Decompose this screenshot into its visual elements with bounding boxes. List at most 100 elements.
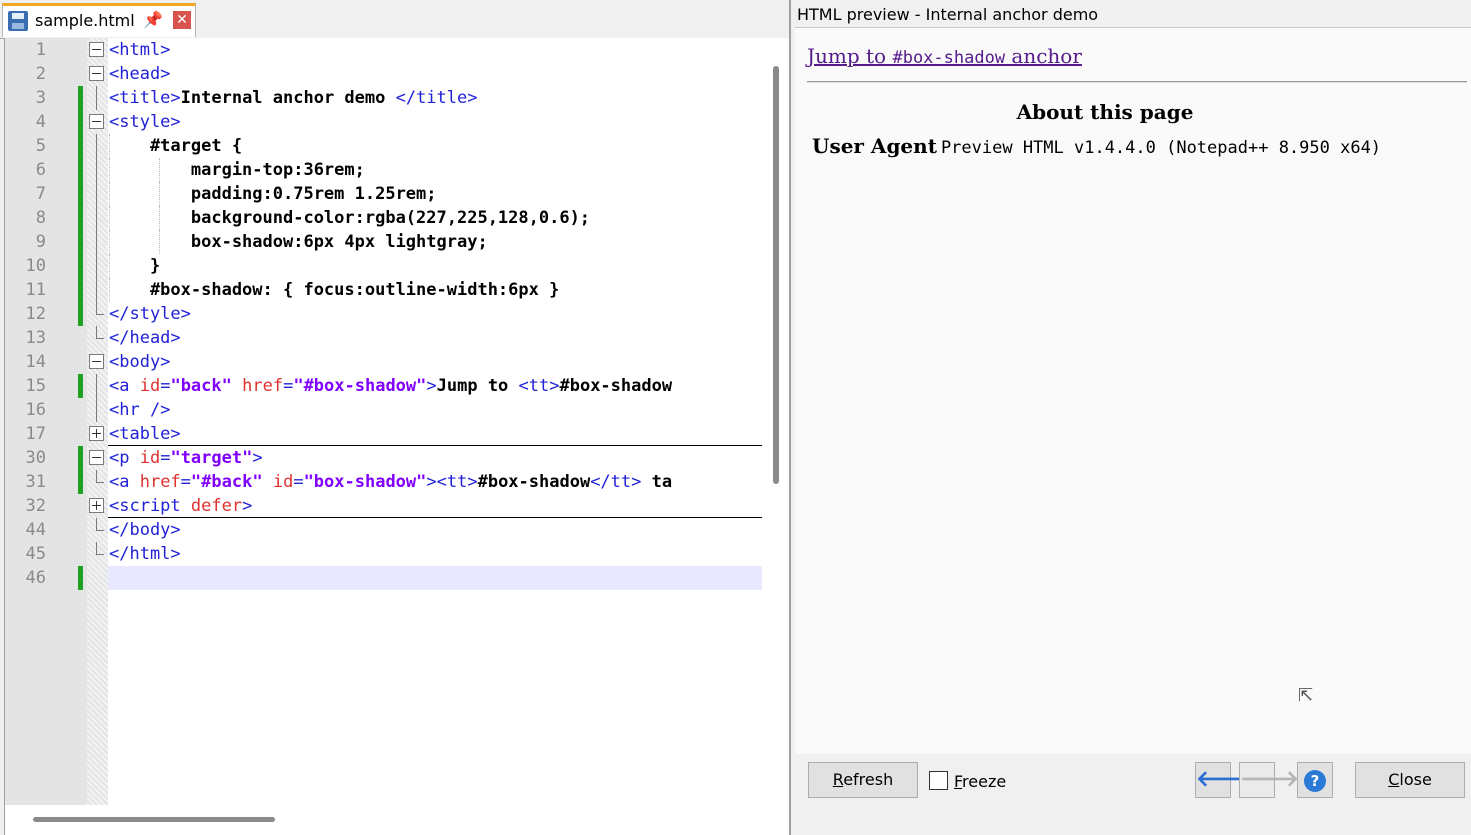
fold-end-marker	[96, 518, 104, 531]
forward-button[interactable]: 🡒	[1239, 762, 1299, 798]
code-line[interactable]: 30 <p id="target">	[5, 446, 762, 470]
code-line[interactable]: 9 box-shadow:6px 4px lightgray;	[5, 230, 762, 254]
fold-collapsed-marker	[108, 517, 762, 518]
jump-to-anchor-link[interactable]: Jump to #box-shadow anchor	[807, 44, 1082, 68]
save-icon[interactable]	[8, 11, 28, 31]
code-text: <p id="target">	[109, 448, 263, 468]
vertical-scrollbar-thumb[interactable]	[773, 66, 779, 484]
fold-guide-line	[96, 230, 97, 254]
line-number: 15	[25, 376, 46, 396]
change-marker	[78, 446, 83, 470]
close-icon[interactable]: ✕	[173, 11, 191, 29]
fold-guide-line	[96, 398, 97, 422]
fold-expand-icon[interactable]	[89, 498, 104, 513]
change-marker	[78, 206, 83, 230]
fold-guide-line	[96, 158, 97, 182]
code-line[interactable]: 7 padding:0.75rem 1.25rem;	[5, 182, 762, 206]
code-line[interactable]: 17 <table>	[5, 422, 762, 446]
line-number: 4	[35, 112, 46, 132]
code-text: box-shadow:6px 4px lightgray;	[109, 232, 488, 252]
code-line[interactable]: 46	[5, 566, 762, 590]
row-value: Preview HTML v1.4.4.0 (Notepad++ 8.950 x…	[940, 138, 1382, 158]
line-number: 7	[35, 184, 46, 204]
line-number: 8	[35, 208, 46, 228]
fold-collapse-icon[interactable]	[89, 66, 104, 81]
file-tab[interactable]: sample.html 📌 ✕	[2, 3, 196, 37]
fold-end-marker	[96, 470, 104, 483]
code-line[interactable]: 15 <a id="back" href="#box-shadow">Jump t…	[5, 374, 762, 398]
line-number: 44	[25, 520, 46, 540]
line-number: 32	[25, 496, 46, 516]
freeze-label[interactable]: Freeze	[954, 772, 1006, 791]
link-code: #box-shadow	[892, 48, 1006, 68]
code-line[interactable]: 10 }	[5, 254, 762, 278]
line-number: 45	[25, 544, 46, 564]
change-marker	[78, 158, 83, 182]
code-text: <head>	[109, 64, 171, 84]
line-number: 9	[35, 232, 46, 252]
fold-collapse-icon[interactable]	[89, 42, 104, 57]
code-editor[interactable]: 1 <html> 2 <head> 3 <title>Internal anchor de…	[4, 38, 790, 835]
line-number: 2	[35, 64, 46, 84]
code-text: <a id="back" href="#box-shadow">Jump to …	[109, 376, 673, 396]
refresh-accel: R	[832, 770, 844, 789]
code-line[interactable]: 5 #target {	[5, 134, 762, 158]
freeze-label-rest: reeze	[962, 772, 1007, 791]
refresh-label: efresh	[843, 770, 894, 789]
help-icon: ?	[1304, 770, 1326, 792]
code-line[interactable]: 44 </body>	[5, 518, 762, 542]
tab-filename: sample.html	[35, 11, 135, 30]
change-marker	[78, 374, 83, 398]
code-line[interactable]: 4 <style>	[5, 110, 762, 134]
change-marker	[78, 302, 83, 326]
line-number: 31	[25, 472, 46, 492]
code-text: background-color:rgba(227,225,128,0.6);	[109, 208, 591, 228]
code-line[interactable]: 45 </html>	[5, 542, 762, 566]
change-marker	[78, 470, 83, 494]
fold-end-marker	[96, 302, 104, 315]
line-number: 14	[25, 352, 46, 372]
pin-icon[interactable]: 📌	[143, 10, 163, 29]
code-line[interactable]: 1 <html>	[5, 38, 762, 62]
code-text: <html>	[109, 40, 171, 60]
code-line[interactable]: 32 <script defer>	[5, 494, 762, 518]
row-header: User Agent	[812, 134, 937, 158]
change-marker	[78, 86, 83, 110]
code-text: }	[109, 256, 161, 276]
close-button[interactable]: Close	[1355, 762, 1465, 798]
horizontal-scrollbar-thumb[interactable]	[33, 817, 275, 822]
freeze-checkbox[interactable]	[929, 771, 948, 790]
code-line[interactable]: 8 background-color:rgba(227,225,128,0.6)…	[5, 206, 762, 230]
fold-guide-line	[96, 86, 97, 110]
code-text: margin-top:36rem;	[109, 160, 365, 180]
help-button[interactable]: ?	[1297, 762, 1333, 798]
fold-guide-line	[96, 254, 97, 278]
close-accel: C	[1388, 770, 1400, 789]
fold-guide-line	[96, 182, 97, 206]
fold-collapse-icon[interactable]	[89, 354, 104, 369]
html-preview-pane: HTML preview - Internal anchor demo Jump…	[791, 0, 1471, 835]
fold-collapse-icon[interactable]	[89, 114, 104, 129]
back-button[interactable]: 🡐	[1195, 762, 1255, 798]
code-line[interactable]: 13 </head>	[5, 326, 762, 350]
editor-pane: sample.html 📌 ✕ 1 <html> 2 <head> 3 <title>In…	[0, 0, 790, 835]
fold-guide-line	[96, 134, 97, 158]
change-marker	[78, 110, 83, 134]
code-line[interactable]: 2 <head>	[5, 62, 762, 86]
code-line[interactable]: 14 <body>	[5, 350, 762, 374]
code-line[interactable]: 31 <a href="#back" id="box-shadow"><tt>#b…	[5, 470, 762, 494]
code-line[interactable]: 16 <hr />	[5, 398, 762, 422]
change-marker	[78, 182, 83, 206]
fold-collapse-icon[interactable]	[89, 450, 104, 465]
table-row: User Agent Preview HTML v1.4.4.0 (Notepad…	[812, 134, 1381, 158]
code-line[interactable]: 6 margin-top:36rem;	[5, 158, 762, 182]
freeze-accel: F	[954, 772, 963, 791]
fold-guide-line	[96, 374, 97, 398]
fold-expand-icon[interactable]	[89, 426, 104, 441]
code-text: </body>	[109, 520, 181, 540]
code-line[interactable]: 3 <title>Internal anchor demo </title>	[5, 86, 762, 110]
code-line[interactable]: 11 #box-shadow: { focus:outline-width:6p…	[5, 278, 762, 302]
refresh-button[interactable]: Refresh	[808, 762, 918, 798]
code-line[interactable]: 12 </style>	[5, 302, 762, 326]
change-marker	[78, 134, 83, 158]
